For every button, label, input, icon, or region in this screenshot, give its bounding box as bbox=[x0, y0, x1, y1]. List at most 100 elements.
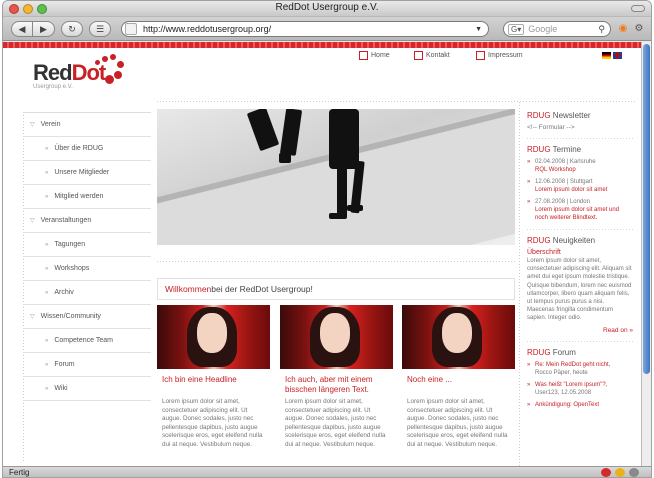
toolbar-toggle-button[interactable] bbox=[631, 5, 645, 12]
sidebar-item-label: Wiki bbox=[54, 385, 68, 392]
event-meta: 27.08.2008 | London bbox=[535, 199, 590, 205]
reload-button[interactable]: ↻ bbox=[61, 21, 83, 37]
google-engine-icon[interactable]: G▾ bbox=[508, 23, 525, 35]
status-icons bbox=[599, 468, 639, 477]
chevron-right-icon: » bbox=[45, 145, 49, 152]
title-bar: RedDot Usergroup e.V. bbox=[3, 1, 651, 17]
sidebar-item[interactable]: » Tagungen bbox=[23, 233, 151, 257]
url-dropdown-icon[interactable]: ▼ bbox=[475, 26, 482, 33]
vertical-scrollbar[interactable] bbox=[641, 42, 651, 466]
search-box[interactable]: G▾ Google ⚲ bbox=[503, 21, 611, 37]
right-column: RDUG Newsletter <!-- Formular --> RDUG T… bbox=[527, 109, 633, 409]
sidebar-item-label: Tagungen bbox=[54, 241, 86, 248]
event-meta: 12.06.2008 | Stuttgart bbox=[535, 179, 593, 185]
event-item: 02.04.2008 | KarlsruheRQL Workshop bbox=[527, 158, 633, 174]
teaser-image[interactable] bbox=[157, 305, 270, 369]
teaser-card: Ich bin eine Headline Lorem ipsum dolor s… bbox=[157, 305, 270, 450]
url-text[interactable]: http://www.reddotusergroup.org/ bbox=[143, 24, 475, 34]
brand-label: RDUG bbox=[527, 111, 551, 120]
event-meta: 02.04.2008 | Karlsruhe bbox=[535, 159, 596, 165]
neuigkeiten-title: Neuigkeiten bbox=[552, 236, 596, 245]
browser-window: RedDot Usergroup e.V. ◀ ▶ ↻ ☰ http://www… bbox=[2, 0, 652, 478]
chevron-down-icon: ▽ bbox=[30, 122, 35, 128]
teaser-text: Lorem ipsum dolor sit amet, consectetuer… bbox=[162, 398, 263, 448]
addon-red-icon[interactable] bbox=[600, 468, 611, 477]
bookmark-button[interactable]: ☰ bbox=[89, 21, 111, 37]
teaser-headline[interactable]: Noch eine ... bbox=[402, 375, 515, 395]
event-link[interactable]: RQL Workshop bbox=[535, 166, 633, 174]
chevron-right-icon: » bbox=[45, 241, 49, 248]
search-icon[interactable]: ⚲ bbox=[598, 24, 605, 35]
welcome-rest-text: bei der RedDot Usergroup! bbox=[211, 284, 313, 294]
brand-label: RDUG bbox=[527, 236, 551, 245]
german-flag-icon[interactable] bbox=[602, 52, 611, 59]
rss-feed-icon[interactable]: ◉ bbox=[617, 23, 629, 35]
forum-post-link[interactable]: Re: Mein RedDot geht nicht, bbox=[535, 361, 633, 369]
back-arrow-icon: ◀ bbox=[18, 23, 26, 34]
teaser-image[interactable] bbox=[280, 305, 393, 369]
read-on-link[interactable]: Read on » bbox=[527, 327, 633, 334]
forward-arrow-icon: ▶ bbox=[40, 23, 47, 34]
address-bar[interactable]: http://www.reddotusergroup.org/ ▼ bbox=[121, 21, 489, 37]
sidebar-item[interactable]: » Über die RDUG bbox=[23, 137, 151, 161]
sidebar-item[interactable]: » Forum bbox=[23, 353, 151, 377]
topnav-impressum-label: Impressum bbox=[488, 52, 523, 59]
web-page: RedDot Usergroup e.V. Home Kontakt Impre… bbox=[3, 42, 642, 466]
topnav-impressum[interactable]: Impressum bbox=[476, 51, 523, 60]
sidebar-item[interactable]: » Mitglied werden bbox=[23, 185, 151, 209]
sidebar-item[interactable]: ▽ Wissen/Community bbox=[23, 305, 151, 329]
contact-icon bbox=[414, 51, 423, 60]
sidebar-item-label: Unsere Mitglieder bbox=[54, 169, 110, 176]
sidebar-item-label: Archiv bbox=[54, 289, 74, 296]
home-icon bbox=[359, 51, 368, 60]
back-button[interactable]: ◀ bbox=[11, 21, 33, 37]
status-text: Fertig bbox=[9, 468, 30, 477]
chevron-down-icon: ▽ bbox=[30, 314, 35, 320]
addon-gray-icon[interactable] bbox=[629, 468, 639, 477]
teaser-headline[interactable]: Ich auch, aber mit einem bisschen länger… bbox=[280, 375, 393, 395]
hero-divider bbox=[157, 261, 515, 262]
forward-button[interactable]: ▶ bbox=[33, 21, 55, 37]
info-icon bbox=[476, 51, 485, 60]
newsletter-title: Newsletter bbox=[552, 111, 591, 120]
event-link[interactable]: Lorem ipsum dolor sit amet und noch weit… bbox=[535, 206, 633, 222]
chevron-right-icon: » bbox=[45, 361, 49, 368]
uk-flag-icon[interactable] bbox=[613, 52, 622, 59]
right-column-divider bbox=[519, 102, 520, 466]
event-link[interactable]: Lorem ipsum dolor sit amet bbox=[535, 186, 633, 194]
sidebar-item[interactable]: » Archiv bbox=[23, 281, 151, 305]
news-headline[interactable]: Überschrift bbox=[527, 249, 633, 256]
gear-icon[interactable]: ⚙ bbox=[633, 23, 645, 35]
brand-label: RDUG bbox=[527, 145, 551, 154]
scroll-thumb[interactable] bbox=[643, 44, 650, 374]
teaser-card: Ich auch, aber mit einem bisschen länger… bbox=[280, 305, 393, 450]
topnav-kontakt[interactable]: Kontakt bbox=[414, 51, 450, 60]
forum-list: Re: Mein RedDot geht nicht,Rocco Päper, … bbox=[527, 361, 633, 409]
teaser-headline[interactable]: Ich bin eine Headline bbox=[157, 375, 270, 395]
sidebar-item[interactable]: ▽ Verein bbox=[23, 113, 151, 137]
event-item: 27.08.2008 | LondonLorem ipsum dolor sit… bbox=[527, 198, 633, 222]
browser-toolbar: ◀ ▶ ↻ ☰ http://www.reddotusergroup.org/ … bbox=[3, 17, 651, 41]
addon-yellow-icon[interactable] bbox=[614, 468, 625, 477]
forum-post: Re: Mein RedDot geht nicht,Rocco Päper, … bbox=[527, 361, 633, 377]
teaser-image[interactable] bbox=[402, 305, 515, 369]
sidebar-item[interactable]: » Competence Team bbox=[23, 329, 151, 353]
topnav-home[interactable]: Home bbox=[359, 51, 390, 60]
search-input[interactable]: Google bbox=[528, 24, 598, 34]
sidebar-item[interactable]: ▽ Veranstaltungen bbox=[23, 209, 151, 233]
forum-post-link[interactable]: Was heißt "Lorem ipsum"?, bbox=[535, 381, 633, 389]
forum-post-meta: Rocco Päper, heute bbox=[535, 369, 588, 376]
window-title: RedDot Usergroup e.V. bbox=[275, 2, 379, 13]
logo-text-dot: Dot bbox=[71, 60, 107, 85]
status-bar: Fertig bbox=[3, 466, 651, 477]
news-text: Lorem ipsum dolor sit amet, consectetuer… bbox=[527, 258, 632, 322]
chevron-right-icon: » bbox=[45, 169, 49, 176]
sidebar-item[interactable]: » Wiki bbox=[23, 377, 151, 401]
logo-text-red: Red bbox=[33, 60, 73, 85]
sidebar-item[interactable]: » Unsere Mitglieder bbox=[23, 161, 151, 185]
sidebar-item[interactable]: » Workshops bbox=[23, 257, 151, 281]
bookmark-icon: ☰ bbox=[95, 23, 105, 34]
forum-post-link[interactable]: Ankündigung: OpenText bbox=[535, 401, 633, 409]
sidebar-item-label: Wissen/Community bbox=[40, 313, 101, 320]
site-logo[interactable]: RedDot Usergroup e.V. bbox=[33, 60, 107, 90]
